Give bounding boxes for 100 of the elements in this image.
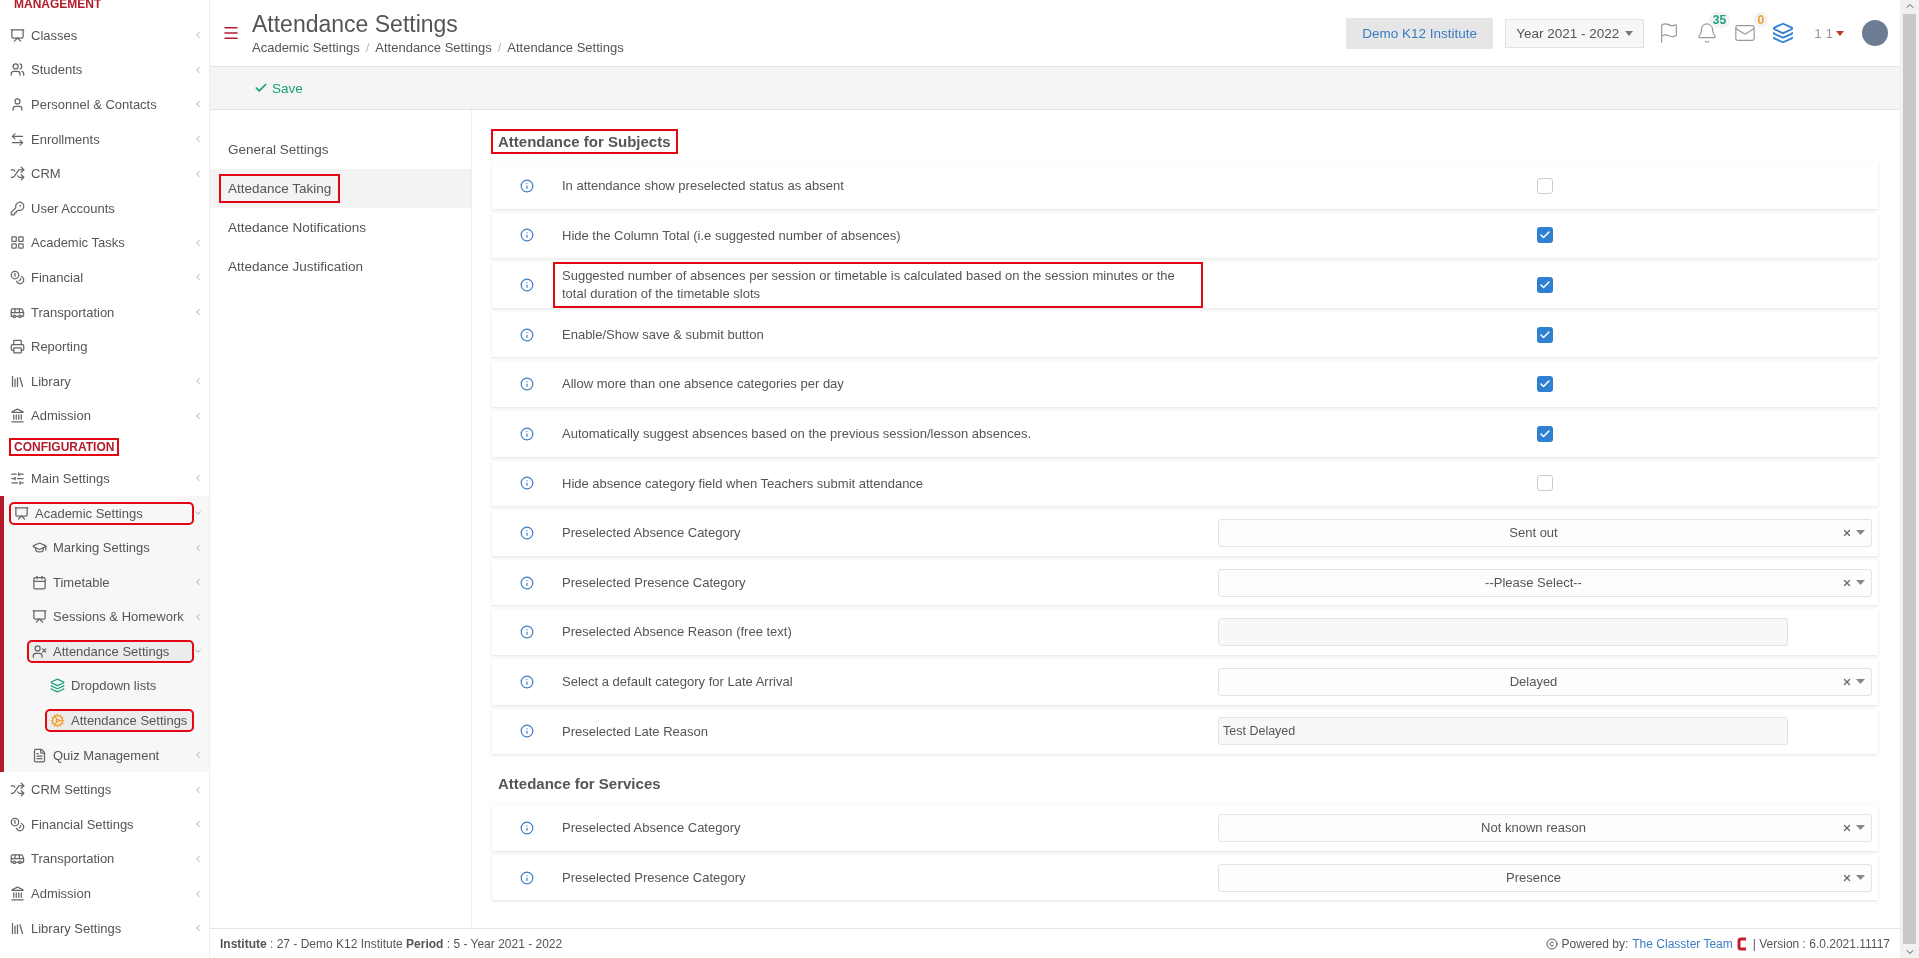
checkbox[interactable] — [1537, 425, 1553, 442]
sidebar-item[interactable]: Financial — [6, 266, 193, 288]
select-field[interactable]: Delayed — [1218, 667, 1872, 696]
settings-tab[interactable]: Attedance Taking — [210, 169, 471, 208]
books-icon — [10, 920, 25, 936]
sidebar-item[interactable]: Academic Settings — [10, 502, 193, 524]
settings-tab[interactable]: Attedance Notifications — [210, 208, 471, 247]
sidebar-item[interactable]: Admission — [6, 883, 193, 905]
breadcrumb-link[interactable]: Attendance Settings — [375, 40, 492, 55]
scrollbar[interactable] — [1900, 0, 1919, 958]
info-icon[interactable] — [520, 674, 534, 689]
select-field[interactable]: --Please Select-- — [1218, 568, 1872, 597]
document-icon — [32, 747, 47, 763]
layers-icon — [50, 678, 65, 694]
clear-icon[interactable] — [1842, 822, 1852, 833]
sidebar-item[interactable]: Library — [6, 370, 193, 392]
info-icon[interactable] — [520, 820, 534, 835]
sidebar-item[interactable]: Academic Tasks — [6, 232, 193, 254]
clear-icon[interactable] — [1842, 676, 1852, 687]
info-icon[interactable] — [520, 327, 534, 342]
sidebar-item[interactable]: Students — [6, 59, 193, 81]
avatar[interactable] — [1862, 20, 1888, 46]
sidebar-item[interactable]: Quiz Management — [28, 744, 193, 766]
classroom-icon — [10, 27, 25, 43]
clear-icon[interactable] — [1842, 527, 1852, 538]
checkbox[interactable] — [1537, 227, 1553, 244]
version-text: | Version : 6.0.2021.11117 — [1752, 936, 1890, 951]
sidebar-item[interactable]: CRM — [6, 163, 193, 185]
settings-tab[interactable]: General Settings — [210, 130, 471, 169]
sidebar-item[interactable]: Personnel & Contacts — [6, 94, 193, 115]
settings-tab[interactable]: Attedance Justification — [210, 247, 471, 286]
checkbox[interactable] — [1537, 376, 1553, 393]
select-field[interactable]: Presence — [1218, 863, 1872, 892]
info-icon[interactable] — [520, 724, 534, 739]
sidebar-item[interactable]: Reporting — [6, 336, 193, 358]
setting-label: In attendance show preselected status as absent — [561, 177, 845, 195]
sidebar-item[interactable]: Attendance Settings — [28, 640, 193, 662]
setting-label: Preselected Absence Reason (free text) — [561, 623, 793, 642]
sidebar-item[interactable]: Dropdown lists — [46, 675, 193, 697]
checkbox[interactable] — [1537, 475, 1553, 492]
clear-icon[interactable] — [1842, 872, 1852, 883]
team-link[interactable]: The Classter Team — [1632, 936, 1733, 951]
info-icon[interactable] — [520, 476, 534, 491]
info-icon[interactable] — [520, 228, 534, 243]
breadcrumb-link[interactable]: Attendance Settings — [507, 40, 624, 55]
menu-icon[interactable] — [222, 24, 240, 42]
input-field[interactable] — [1218, 618, 1788, 647]
count-badge: 0 — [1753, 12, 1769, 28]
checkbox[interactable] — [1537, 326, 1553, 343]
checkbox[interactable] — [1537, 177, 1553, 194]
sidebar-item[interactable]: Transportation — [6, 848, 193, 870]
breadcrumb-separator: / — [497, 40, 502, 55]
info-icon[interactable] — [520, 525, 534, 540]
info-icon[interactable] — [520, 377, 534, 392]
clear-icon[interactable] — [1842, 577, 1852, 588]
section-heading: Attendance for Subjects — [492, 130, 677, 153]
sidebar-item[interactable]: Enrollments — [6, 128, 193, 150]
sidebar-item[interactable]: CRM Settings — [6, 779, 193, 801]
caret-icon — [1625, 30, 1634, 36]
info-icon[interactable] — [520, 575, 534, 590]
printer-icon — [10, 339, 25, 355]
page-title: Attendance Settings — [252, 11, 459, 38]
sidebar-item[interactable]: Marking Settings — [28, 537, 193, 559]
checkbox[interactable] — [1537, 277, 1553, 293]
caret-icon — [1836, 30, 1844, 36]
logo-icon — [1736, 936, 1749, 951]
year-select[interactable]: Year 2021 - 2022 — [1505, 18, 1645, 48]
sidebar-item[interactable]: Financial Settings — [6, 813, 193, 835]
select-field[interactable]: Sent out — [1218, 518, 1872, 547]
info-icon[interactable] — [520, 178, 534, 193]
sidebar-item[interactable]: Classes — [6, 24, 193, 46]
caret-icon — [1856, 530, 1865, 536]
coins-icon — [10, 816, 25, 832]
select-field[interactable]: Not known reason — [1218, 813, 1872, 842]
sidebar-item[interactable]: Main Settings — [6, 467, 193, 489]
sidebar-item[interactable]: Transportation — [6, 301, 193, 323]
section-heading: CONFIGURATION — [10, 439, 119, 456]
institute-button[interactable]: Demo K12 Institute — [1346, 17, 1494, 49]
sidebar-item[interactable]: Sessions & Homework — [28, 606, 193, 628]
sidebar-item[interactable]: User Accounts — [6, 197, 193, 219]
info-icon[interactable] — [520, 870, 534, 885]
breadcrumb-link[interactable]: Academic Settings — [252, 40, 360, 55]
people-icon — [10, 62, 25, 78]
sidebar-item[interactable]: Attendance Settings — [46, 710, 193, 732]
person-icon — [32, 643, 47, 659]
setting-label: Hide absence category field when Teachers submit attendance — [561, 474, 925, 493]
sidebar-item[interactable]: Library Settings — [6, 917, 193, 939]
sidebar-item[interactable]: Timetable — [28, 571, 193, 593]
info-icon[interactable] — [520, 625, 534, 640]
graduation-cap-icon — [32, 540, 47, 556]
caret-icon — [1856, 679, 1865, 685]
sidebar-item[interactable]: Admission — [6, 405, 193, 427]
info-icon[interactable] — [520, 278, 534, 292]
arrows-icon — [10, 131, 25, 147]
input-field[interactable]: Test Delayed — [1218, 717, 1788, 746]
setting-label: Allow more than one absence categories per day — [561, 375, 845, 394]
setting-label: Suggested number of absences per session or timetable is calculated based on the session minutes or the total duration of the timetable slots — [554, 263, 1202, 307]
setting-label: Select a default category for Late Arrival — [561, 672, 794, 691]
info-icon[interactable] — [520, 426, 534, 441]
check-icon — [254, 81, 268, 95]
